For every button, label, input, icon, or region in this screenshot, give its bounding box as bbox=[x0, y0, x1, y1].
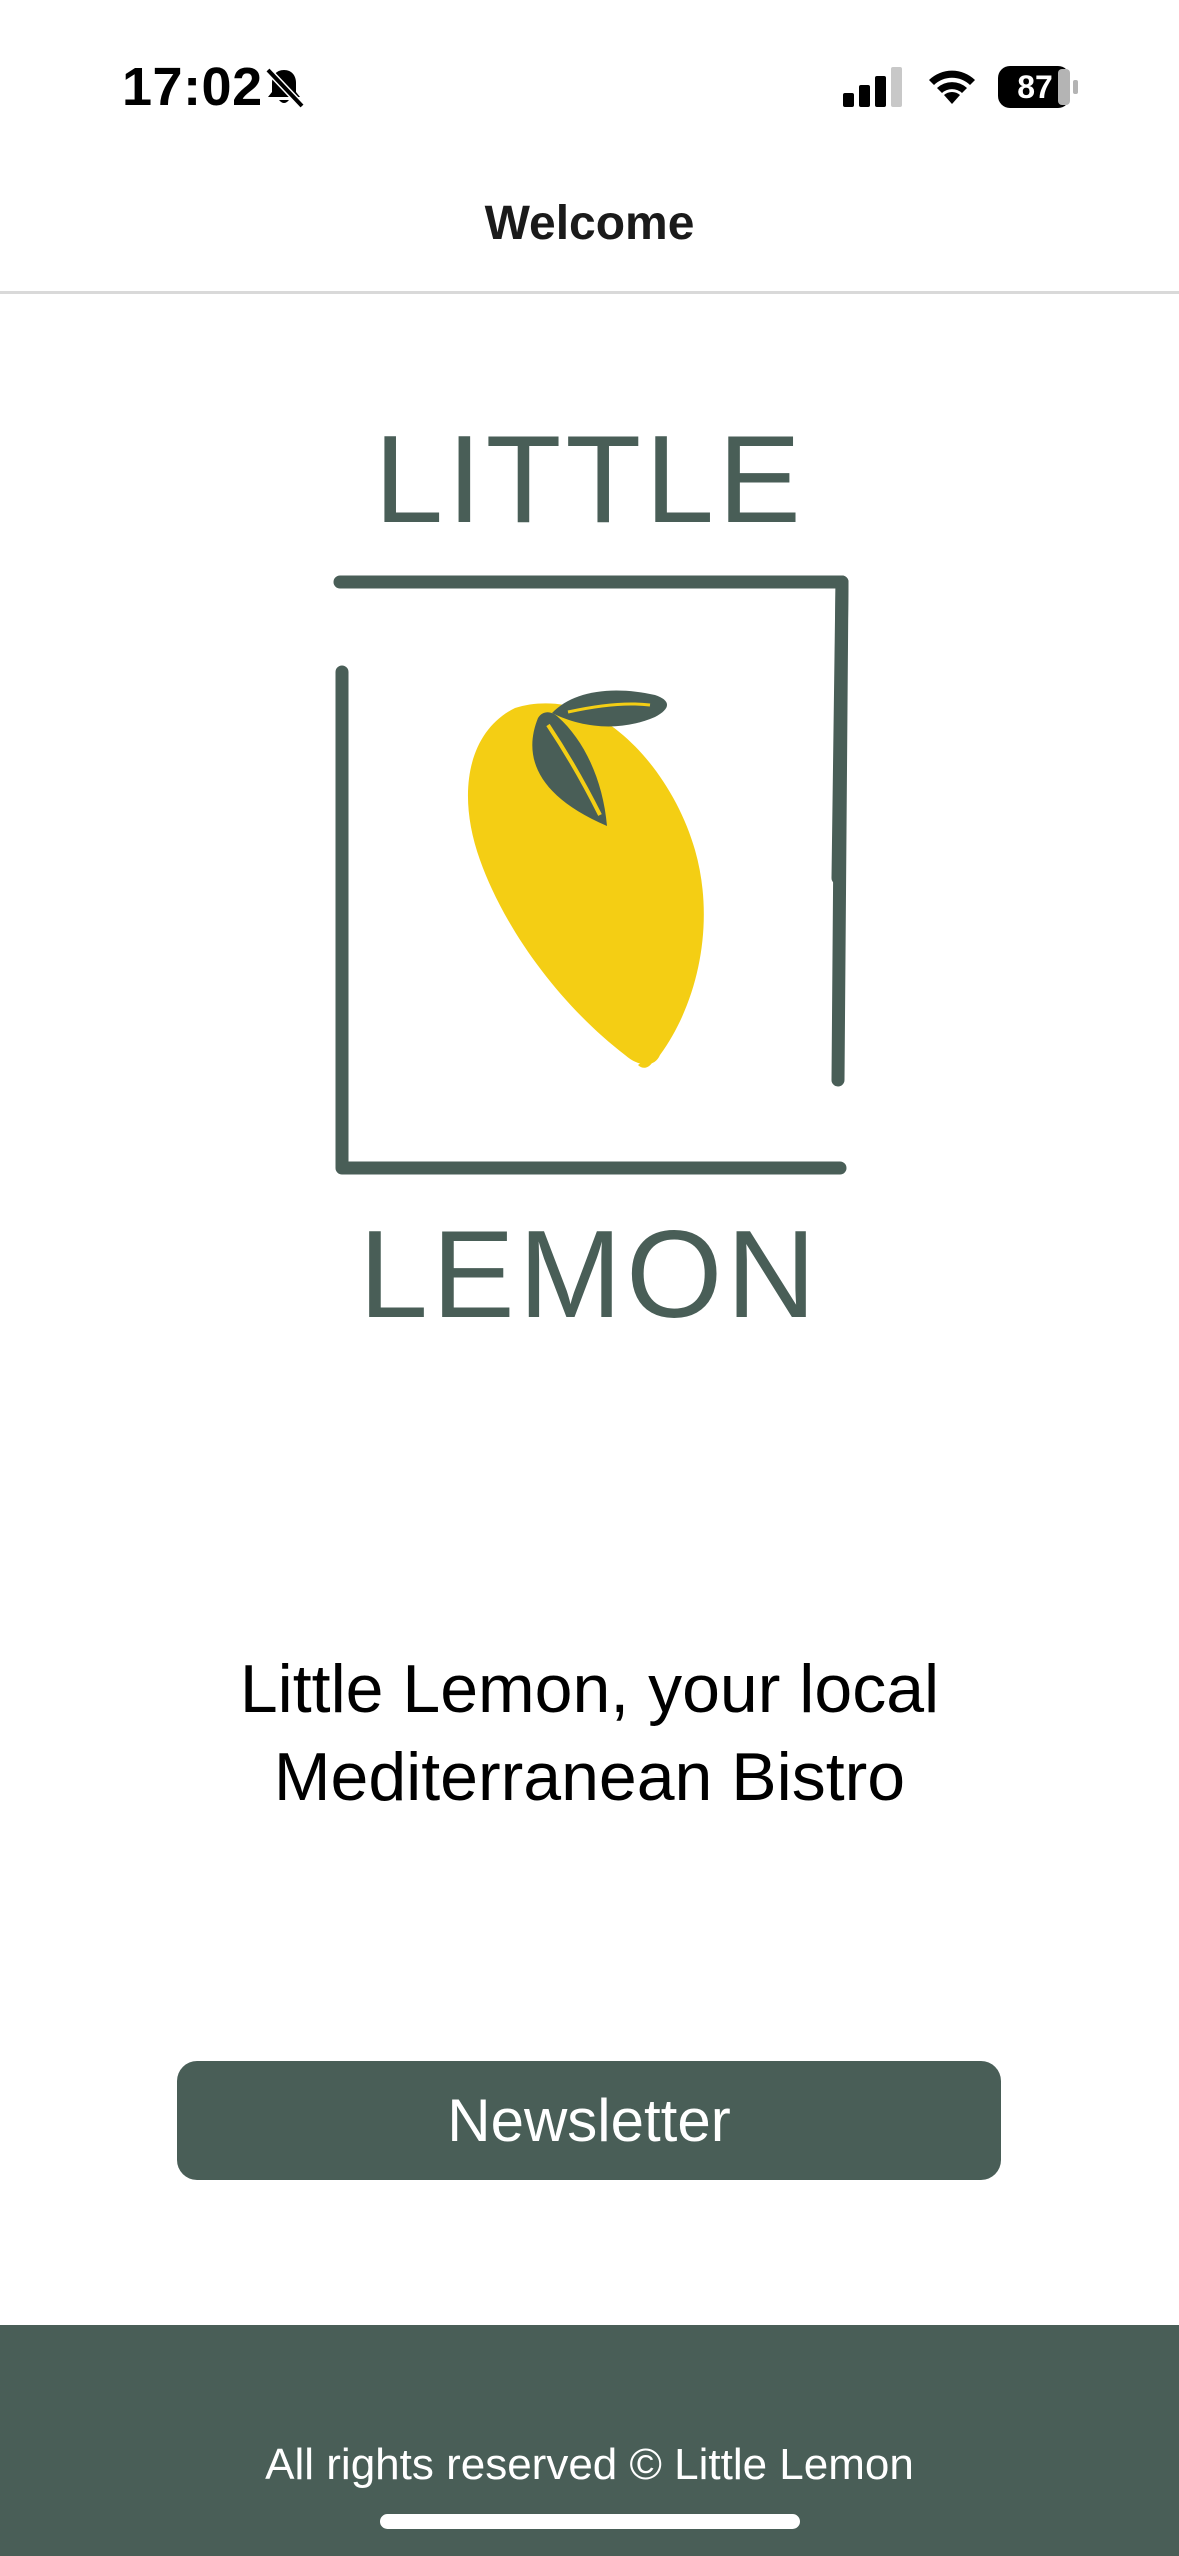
newsletter-button[interactable]: Newsletter bbox=[177, 2061, 1001, 2180]
status-bar: 17:02 87 bbox=[0, 0, 1179, 170]
tagline: Little Lemon, your local Mediterranean B… bbox=[0, 1645, 1179, 1821]
logo-text-top: LITTLE bbox=[374, 411, 805, 549]
footer-copyright: All rights reserved © Little Lemon bbox=[265, 2440, 914, 2489]
footer: All rights reserved © Little Lemon bbox=[0, 2325, 1179, 2556]
logo-text-bottom: LEMON bbox=[359, 1206, 820, 1344]
lemon-logo bbox=[333, 575, 849, 1175]
wifi-icon bbox=[929, 70, 975, 104]
page-title: Welcome bbox=[484, 197, 695, 250]
bell-slash-icon bbox=[265, 67, 305, 109]
cellular-signal-icon bbox=[843, 67, 902, 107]
tagline-line-1: Little Lemon, your local bbox=[239, 1651, 940, 1727]
battery-level: 87 bbox=[1017, 69, 1053, 105]
tagline-line-2: Mediterranean Bistro bbox=[273, 1739, 906, 1815]
status-time: 17:02 bbox=[122, 57, 263, 117]
navigation-bar: Welcome bbox=[0, 170, 1179, 294]
home-indicator[interactable] bbox=[380, 2514, 800, 2529]
